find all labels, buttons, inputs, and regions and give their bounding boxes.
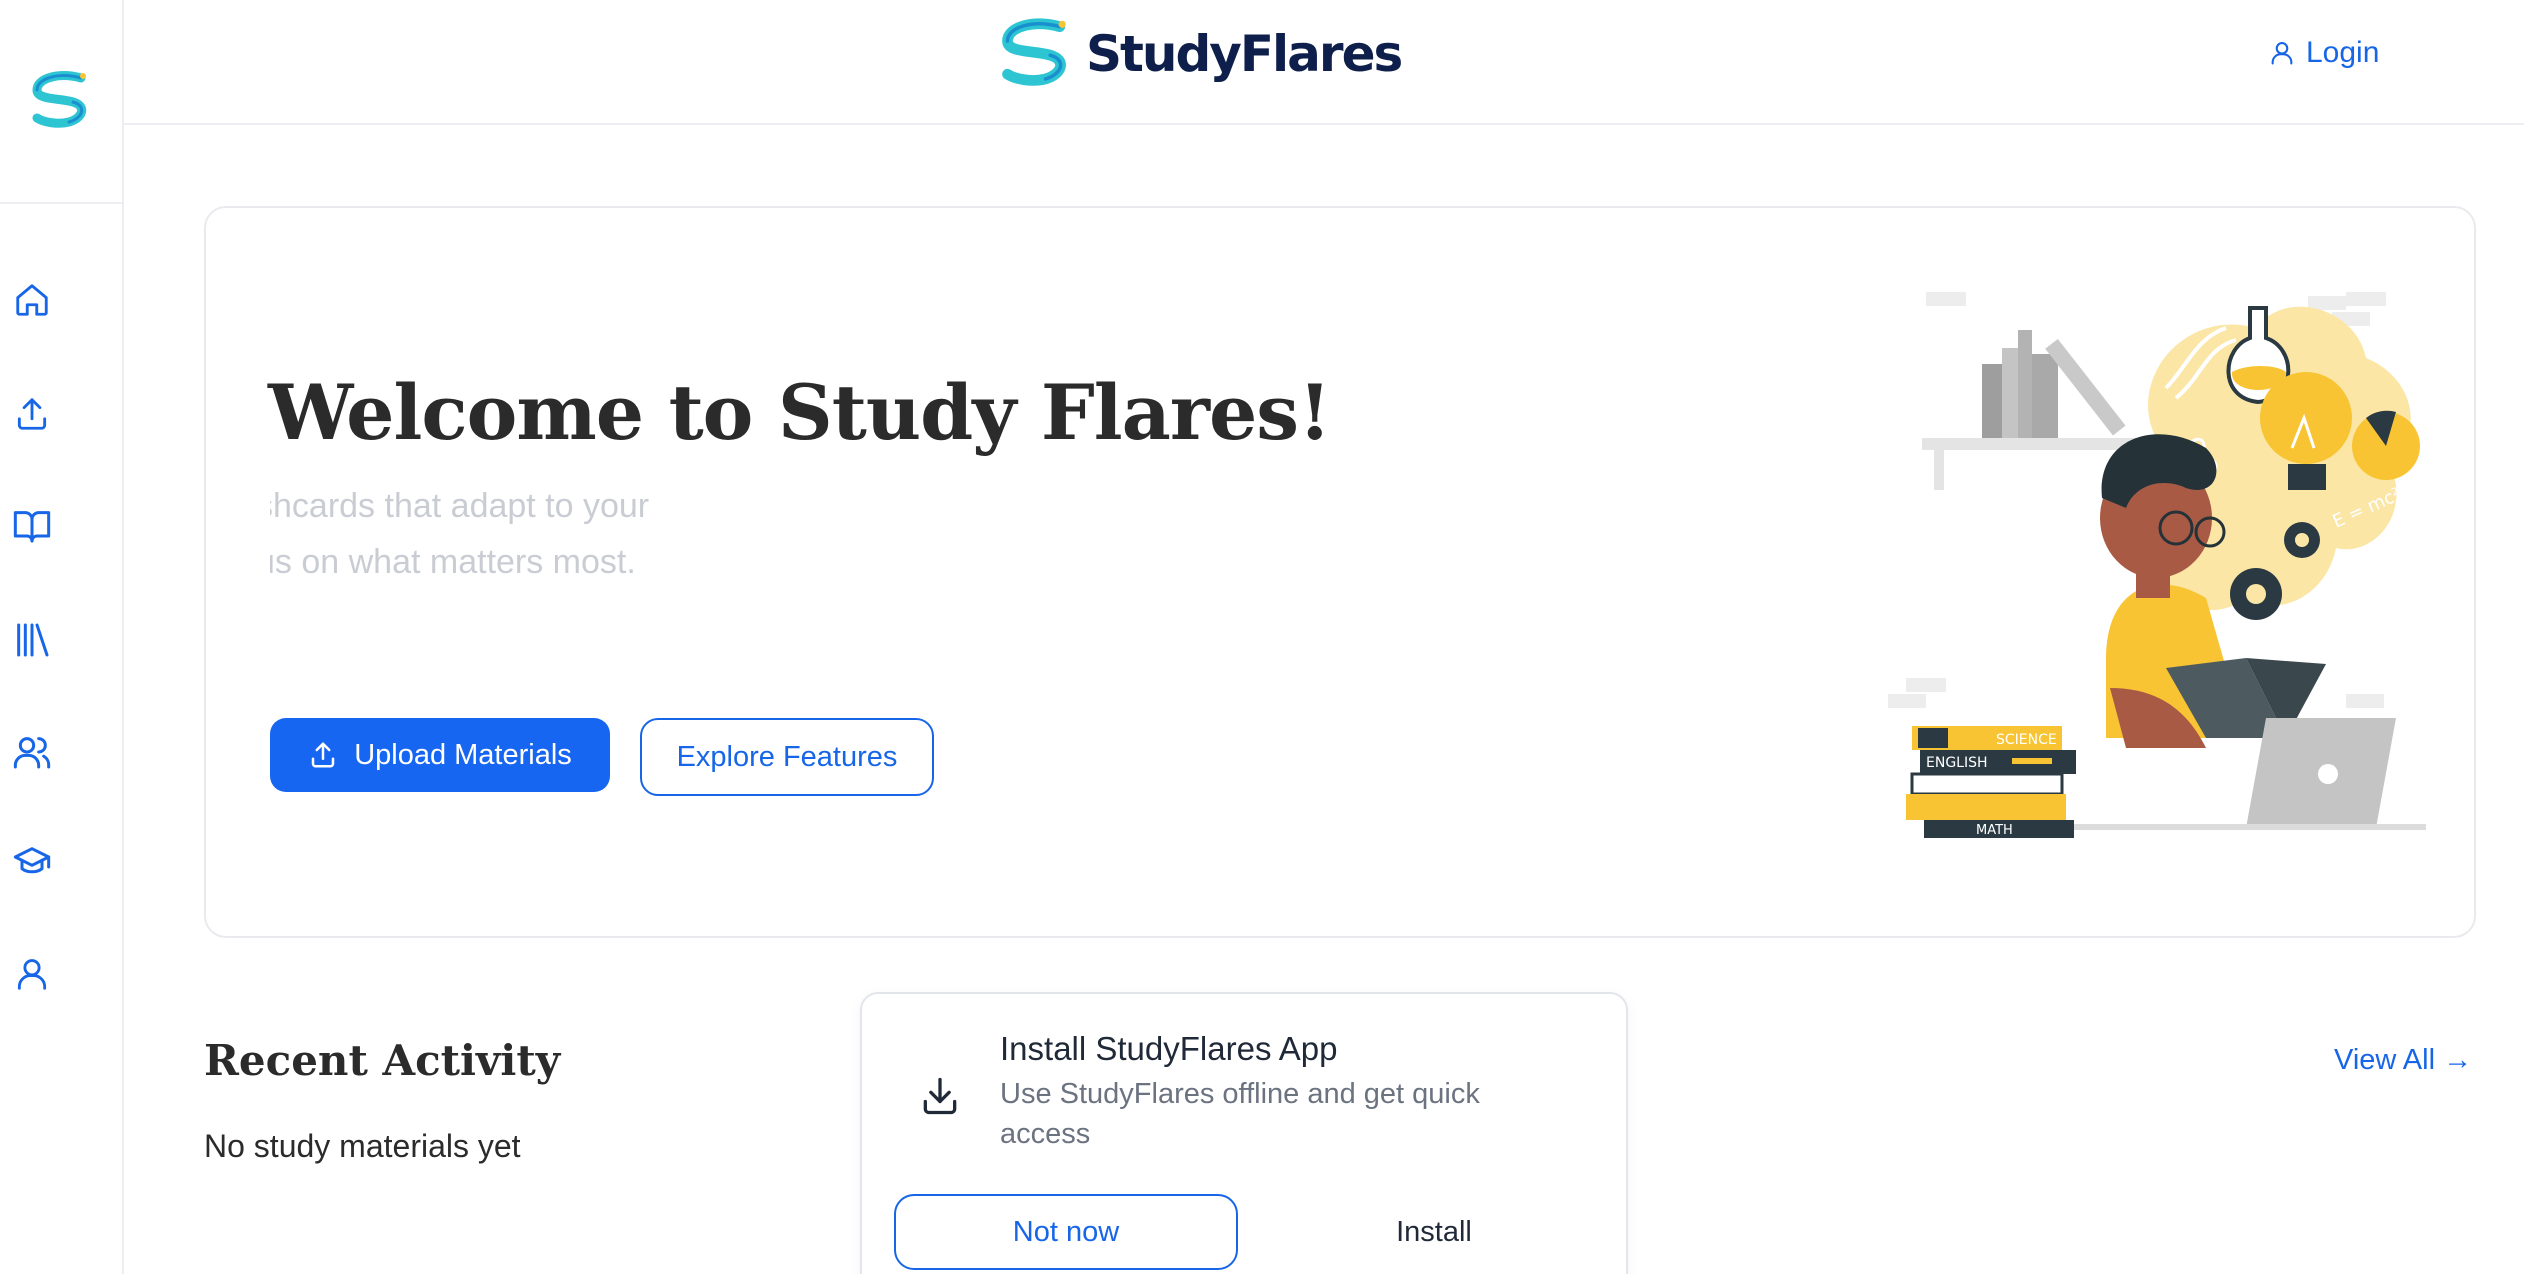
upload-icon <box>17 398 47 430</box>
brand-name: StudyFlares <box>1086 25 1403 83</box>
recent-activity-title: Recent Activity <box>204 1036 561 1085</box>
upload-materials-button[interactable]: Upload Materials <box>270 718 610 792</box>
view-all-link[interactable]: View All → <box>2334 1044 2472 1077</box>
user-icon <box>17 959 47 990</box>
install-app-prompt: Install StudyFlares App Use StudyFlares … <box>860 992 1628 1274</box>
explore-features-label: Explore Features <box>676 740 898 773</box>
home-icon <box>16 284 48 316</box>
install-prompt-title: Install StudyFlares App <box>1000 1030 1338 1067</box>
library-icon <box>17 623 49 657</box>
sidebar-item-study[interactable] <box>8 502 56 550</box>
studyflares-logo-icon <box>32 71 87 128</box>
explore-features-button[interactable]: Explore Features <box>640 718 934 796</box>
book-label-science: SCIENCE <box>1996 732 2057 748</box>
upload-icon <box>311 742 335 768</box>
user-icon <box>2271 42 2293 65</box>
install-prompt-description: Use StudyFlares offline and get quick ac… <box>1000 1078 1480 1150</box>
hero-card: Welcome to Study Flares! shcards that ad… <box>204 206 2476 938</box>
studyflares-logo-icon <box>1002 18 1066 86</box>
sidebar-item-profile[interactable] <box>8 950 56 998</box>
login-button[interactable]: Login <box>2268 30 2379 76</box>
install-button[interactable]: Install <box>1262 1194 1606 1270</box>
book-label-math: MATH <box>1976 823 2013 838</box>
sidebar-item-home[interactable] <box>8 276 56 324</box>
login-label: Login <box>2306 36 2380 69</box>
hero-subtitle-line: us on what matters most. <box>270 543 636 581</box>
sidebar-item-upload[interactable] <box>8 390 56 438</box>
sidebar <box>0 0 124 1274</box>
hero-title: Welcome to Study Flares! <box>268 368 1331 457</box>
book-label-english: ENGLISH <box>1926 755 1988 771</box>
sidebar-item-library[interactable] <box>8 616 56 664</box>
hero-subtitle-line: shcards that adapt to your <box>270 487 650 525</box>
student-studying-illustration: E = mc² SCIENCE ENGLISH MATH <box>1888 292 2426 838</box>
recent-activity-empty-text: No study materials yet <box>204 1128 521 1164</box>
top-header: StudyFlares Login <box>124 0 2524 125</box>
sidebar-item-courses[interactable] <box>8 838 56 886</box>
sidebar-item-community[interactable] <box>8 728 56 776</box>
users-icon <box>13 737 51 769</box>
upload-materials-label: Upload Materials <box>354 738 572 771</box>
sidebar-logo[interactable] <box>0 0 122 204</box>
book-open-icon <box>13 511 51 543</box>
graduation-cap-icon <box>13 847 51 874</box>
download-icon <box>923 1077 957 1115</box>
hero-subtitle: shcards that adapt to your us on what ma… <box>270 478 710 590</box>
brand[interactable]: StudyFlares <box>998 14 1403 94</box>
not-now-button[interactable]: Not now <box>894 1194 1238 1270</box>
